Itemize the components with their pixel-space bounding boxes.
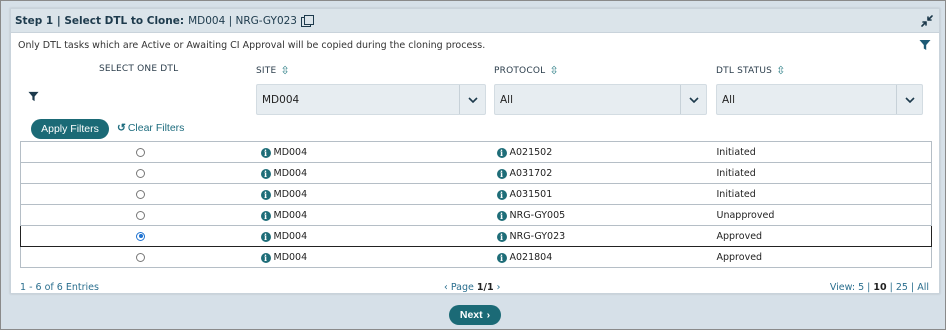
next-label: Next (459, 309, 483, 321)
chevron-right-icon[interactable]: › (497, 282, 501, 293)
table-row[interactable]: i MD004 i NRG-GY005 Unapproved (20, 204, 932, 226)
info-icon[interactable]: i (496, 231, 507, 242)
protocol-codes: MD004 | NRG-GY023 (188, 14, 297, 27)
info-icon[interactable]: i (496, 168, 507, 179)
column-header-protocol[interactable]: PROTOCOL ⇳ (494, 64, 559, 77)
table-row[interactable]: i MD004 i A021502 Initiated (20, 141, 932, 163)
page-size-5[interactable]: 5 (858, 282, 864, 293)
status-cell: Approved (716, 251, 763, 263)
refresh-icon: ↺ (117, 122, 126, 134)
info-icon[interactable]: i (496, 252, 507, 263)
column-header-select-label: SELECT ONE DTL (99, 64, 179, 74)
page-size-10[interactable]: 10 (873, 282, 886, 293)
panel-header: Step 1 | Select DTL to Clone: MD004 | NR… (11, 9, 939, 33)
copy-icon[interactable] (301, 15, 314, 27)
page-background: Step 1 | Select DTL to Clone: MD004 | NR… (0, 0, 946, 330)
clear-filters-label: Clear Filters (127, 122, 185, 134)
info-icon[interactable]: i (496, 147, 507, 158)
info-icon[interactable]: i (260, 147, 271, 158)
status-filter-value: All (722, 93, 736, 106)
info-icon[interactable]: i (496, 210, 507, 221)
collapse-icon[interactable] (921, 15, 933, 27)
select-dtl-radio[interactable] (136, 252, 146, 262)
info-icon[interactable]: i (260, 189, 271, 200)
sort-icon[interactable]: ⇳ (549, 64, 558, 77)
entries-count: 1 - 6 of 6 Entries (20, 282, 99, 293)
site-filter-value: MD004 (262, 93, 300, 106)
site-cell: MD004 (273, 251, 308, 263)
chevron-down-icon[interactable] (680, 85, 706, 114)
select-dtl-radio[interactable] (136, 231, 146, 241)
status-cell: Approved (716, 230, 763, 242)
chevron-left-icon[interactable]: ‹ (444, 282, 448, 293)
site-cell: MD004 (273, 167, 308, 179)
protocol-cell: A021804 (509, 251, 553, 263)
chevron-right-icon: › (486, 309, 491, 321)
table-row-selected[interactable]: i MD004 i NRG-GY023 Approved (20, 225, 932, 247)
apply-filters-button[interactable]: Apply Filters (31, 119, 109, 139)
status-cell: Initiated (716, 188, 756, 200)
page-size-25[interactable]: 25 (896, 282, 908, 293)
column-header-status-label: DTL STATUS (716, 66, 773, 76)
status-cell: Initiated (716, 146, 756, 158)
column-header-status[interactable]: DTL STATUS ⇳ (716, 64, 786, 77)
site-cell: MD004 (273, 230, 308, 242)
status-cell: Unapproved (716, 209, 775, 221)
filter-icon[interactable] (919, 39, 931, 54)
column-header-site[interactable]: SITE ⇳ (256, 64, 290, 77)
info-icon[interactable]: i (496, 189, 507, 200)
info-icon[interactable]: i (260, 231, 271, 242)
info-icon[interactable]: i (260, 252, 271, 263)
view-label: View: (829, 282, 856, 293)
select-dtl-radio[interactable] (136, 147, 146, 157)
dtl-table: i MD004 i A021502 Initiated i MD004 i A03170… (20, 141, 932, 268)
table-row[interactable]: i MD004 i A031702 Initiated (20, 162, 932, 184)
cloning-notice: Only DTL tasks which are Active or Await… (18, 40, 486, 51)
protocol-filter-select[interactable]: All (494, 84, 707, 115)
page-value: 1/1 (476, 282, 494, 293)
protocol-cell: A031501 (509, 188, 553, 200)
site-cell: MD004 (273, 209, 308, 221)
status-cell: Initiated (716, 167, 756, 179)
step-title: Step 1 | Select DTL to Clone: (15, 14, 185, 27)
info-icon[interactable]: i (260, 168, 271, 179)
column-header-protocol-label: PROTOCOL (494, 66, 546, 76)
protocol-cell: A031702 (509, 167, 553, 179)
table-row[interactable]: i MD004 i A021804 Approved (20, 246, 932, 268)
status-filter-select[interactable]: All (716, 84, 923, 115)
sort-icon[interactable]: ⇳ (280, 64, 289, 77)
chevron-down-icon[interactable] (459, 85, 485, 114)
page-label: Page (450, 282, 474, 293)
page-size-selector: View: 5 | 10 | 25 | All (829, 282, 929, 293)
column-header-select: SELECT ONE DTL (99, 64, 178, 74)
page-size-all[interactable]: All (917, 282, 929, 293)
next-button[interactable]: Next › (449, 305, 501, 325)
site-cell: MD004 (273, 188, 308, 200)
info-icon[interactable]: i (260, 210, 271, 221)
chevron-down-icon[interactable] (896, 85, 922, 114)
sort-icon[interactable]: ⇳ (776, 64, 785, 77)
select-dtl-radio[interactable] (136, 210, 146, 220)
protocol-cell: NRG-GY023 (509, 230, 566, 242)
column-header-site-label: SITE (256, 66, 277, 76)
select-dtl-radio[interactable] (136, 189, 146, 199)
site-filter-select[interactable]: MD004 (256, 84, 486, 115)
protocol-cell: A021502 (509, 146, 553, 158)
protocol-cell: NRG-GY005 (509, 209, 566, 221)
page-indicator: ‹ Page 1/1 › (444, 282, 500, 293)
select-dtl-radio[interactable] (136, 168, 146, 178)
filter-icon[interactable] (28, 91, 39, 105)
table-row[interactable]: i MD004 i A031501 Initiated (20, 183, 932, 205)
site-cell: MD004 (273, 146, 308, 158)
protocol-filter-value: All (500, 93, 514, 106)
clear-filters-button[interactable]: ↺ Clear Filters (117, 122, 184, 134)
clone-dtl-panel: Step 1 | Select DTL to Clone: MD004 | NR… (10, 8, 940, 294)
